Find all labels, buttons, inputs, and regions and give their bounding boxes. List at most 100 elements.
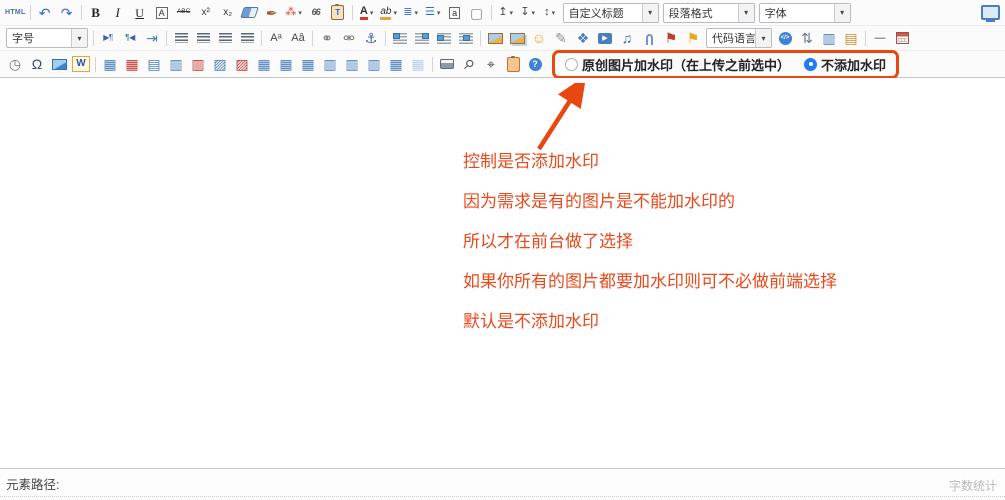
align-center-button[interactable] xyxy=(193,28,213,48)
special-char-icon[interactable]: Ω xyxy=(27,54,47,74)
attachment-icon[interactable] xyxy=(639,28,659,48)
image-inline-icon[interactable] xyxy=(434,28,454,48)
rtl-paragraph-icon[interactable]: ¶◀ xyxy=(120,28,140,48)
line-spacing-button[interactable]: ↕▾ xyxy=(540,3,560,23)
average-cols-icon[interactable]: ▦ xyxy=(408,54,428,74)
split-cols-icon[interactable]: ▥ xyxy=(364,54,384,74)
link-icon[interactable]: ⚭ xyxy=(317,28,337,48)
unlink-icon[interactable]: ⚮ xyxy=(339,28,359,48)
fullscreen-icon[interactable] xyxy=(980,3,1000,23)
video-icon[interactable]: ▶ xyxy=(595,28,615,48)
paragraph-format-select[interactable]: 段落格式▾ xyxy=(663,3,755,23)
align-justify-button[interactable] xyxy=(237,28,257,48)
align-right-button[interactable] xyxy=(215,28,235,48)
scrawl-icon[interactable]: ✎ xyxy=(551,28,571,48)
insert-row-icon[interactable]: ▥ xyxy=(166,54,186,74)
content-line: 因为需求是有的图片是不能加水印的 xyxy=(463,189,1005,214)
print-icon[interactable] xyxy=(437,54,457,74)
delete-row-icon[interactable]: ▥ xyxy=(188,54,208,74)
average-rows-icon[interactable]: ▦ xyxy=(386,54,406,74)
insert-image-icon[interactable] xyxy=(485,28,505,48)
ltr-paragraph-icon[interactable]: ▶¶ xyxy=(98,28,118,48)
watermark-off-radio[interactable]: 不添加水印 xyxy=(804,55,886,74)
multi-image-icon[interactable] xyxy=(507,28,527,48)
toolbar-row-1: HTML ↶↷ BIUAABCx²x₂ ✒⁂▾66T A▾ab▾≣▾☰▾a▢ ↥▾↧▾↕▾… xyxy=(0,0,1005,26)
code-language-select[interactable]: 代码语言▾ xyxy=(706,28,772,48)
format-painter-button[interactable]: ✒ xyxy=(262,3,282,23)
statusbar-divider xyxy=(0,496,1005,497)
content-line: 默认是不添加水印 xyxy=(463,309,1005,334)
image-float-left-icon[interactable] xyxy=(390,28,410,48)
insert-table-icon[interactable]: ▦ xyxy=(100,54,120,74)
underline-button[interactable]: U xyxy=(130,3,150,23)
to-uppercase-button[interactable]: Aᵃ xyxy=(266,28,286,48)
insert-col-icon[interactable]: ▨ xyxy=(210,54,230,74)
horizontal-rule-icon[interactable]: — xyxy=(870,28,890,48)
select-all-button[interactable]: a xyxy=(445,3,465,23)
watermark-off-radio-icon xyxy=(804,58,817,71)
font-size-select-label: 字号 xyxy=(7,29,71,47)
delete-col-icon[interactable]: ▨ xyxy=(232,54,252,74)
background-color-button[interactable]: ab▾ xyxy=(379,3,399,23)
screenshot-icon[interactable] xyxy=(49,54,69,74)
split-cells-icon[interactable]: ▥ xyxy=(320,54,340,74)
font-size-select[interactable]: 字号▾ xyxy=(6,28,88,48)
split-rows-icon[interactable]: ▥ xyxy=(342,54,362,74)
ordered-list-button[interactable]: ≣▾ xyxy=(401,3,421,23)
format-clear-button[interactable] xyxy=(240,3,260,23)
music-icon[interactable]: ♫ xyxy=(617,28,637,48)
watermark-on-radio[interactable]: 原创图片加水印（在上传之前选中） xyxy=(565,55,790,74)
paragraph-space-after-button[interactable]: ↧▾ xyxy=(518,3,538,23)
word-image-icon[interactable]: W xyxy=(71,54,91,74)
to-lowercase-button[interactable]: Aâ xyxy=(288,28,308,48)
snapshot-icon[interactable]: ❖ xyxy=(573,28,593,48)
merge-cells-icon[interactable]: ▦ xyxy=(254,54,274,74)
blockquote-button[interactable]: 66 xyxy=(306,3,326,23)
pagebreak-icon[interactable]: ⇅ xyxy=(797,28,817,48)
toolbar-separator xyxy=(480,31,481,46)
unordered-list-button[interactable]: ☰▾ xyxy=(423,3,443,23)
strikethrough-button[interactable]: ABC xyxy=(174,3,194,23)
toolbar-separator xyxy=(385,31,386,46)
font-border-button[interactable]: A xyxy=(152,3,172,23)
template-icon[interactable]: ▤ xyxy=(841,28,861,48)
preview-icon[interactable]: ⚲ xyxy=(459,54,479,74)
map-icon[interactable]: ⚑ xyxy=(661,28,681,48)
editor-content-area[interactable]: 控制是否添加水印因为需求是有的图片是不能加水印的所以才在前台做了选择如果你所有的… xyxy=(0,78,1005,468)
html-source-button[interactable]: HTML xyxy=(5,3,26,23)
columns-icon[interactable]: ▥ xyxy=(819,28,839,48)
image-center-icon[interactable] xyxy=(456,28,476,48)
superscript-button[interactable]: x² xyxy=(196,3,216,23)
image-float-right-icon[interactable] xyxy=(412,28,432,48)
emotion-icon[interactable]: ☺ xyxy=(529,28,549,48)
subscript-button[interactable]: x₂ xyxy=(218,3,238,23)
bold-button[interactable]: B xyxy=(86,3,106,23)
auto-typeset-button[interactable]: ⁂▾ xyxy=(284,3,304,23)
font-family-select[interactable]: 字体▾ xyxy=(759,3,851,23)
font-color-button[interactable]: A▾ xyxy=(357,3,377,23)
chevron-down-icon: ▾ xyxy=(755,29,771,47)
time-icon[interactable]: ◷ xyxy=(5,54,25,74)
italic-button[interactable]: I xyxy=(108,3,128,23)
custom-title-select[interactable]: 自定义标题▾ xyxy=(563,3,659,23)
toolbar-separator xyxy=(312,31,313,46)
table-title-icon[interactable]: ▤ xyxy=(144,54,164,74)
anchor-icon[interactable]: ⚓ xyxy=(361,28,381,48)
undo-icon[interactable]: ↶ xyxy=(35,3,55,23)
paste-icon[interactable]: T xyxy=(503,54,523,74)
delete-table-icon[interactable]: ▦ xyxy=(122,54,142,74)
insert-code-icon[interactable]: </> xyxy=(775,28,795,48)
search-replace-icon[interactable]: ⌖ xyxy=(481,54,501,74)
date-icon[interactable] xyxy=(892,28,912,48)
paragraph-space-before-button[interactable]: ↥▾ xyxy=(496,3,516,23)
watermark-on-radio-label: 原创图片加水印（在上传之前选中） xyxy=(582,55,790,74)
baidu-map-icon[interactable]: ⚑ xyxy=(683,28,703,48)
merge-right-icon[interactable]: ▦ xyxy=(276,54,296,74)
paste-plain-button[interactable]: T xyxy=(328,3,348,23)
redo-icon[interactable]: ↷ xyxy=(57,3,77,23)
first-line-indent-icon[interactable]: ⇥ xyxy=(142,28,162,48)
clear-doc-button[interactable]: ▢ xyxy=(467,3,487,23)
align-left-button[interactable] xyxy=(171,28,191,48)
merge-down-icon[interactable]: ▦ xyxy=(298,54,318,74)
help-icon[interactable]: ? xyxy=(525,54,545,74)
